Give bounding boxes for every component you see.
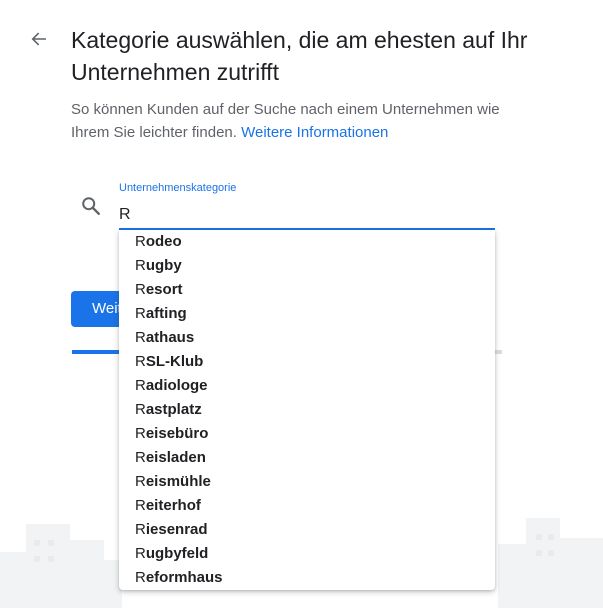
suggestion-match-text: R (135, 473, 146, 490)
suggestion-rest-text: astplatz (145, 401, 202, 418)
suggestion-match-text: R (135, 401, 146, 418)
page-title: Kategorie auswählen, die am ehesten auf … (71, 27, 528, 85)
suggestion-match-text: R (135, 257, 146, 274)
suggestion-match-text: R (135, 305, 146, 322)
suggestion-option[interactable]: Reismühle (119, 470, 495, 494)
suggestion-rest-text: SL-Klub (145, 353, 204, 370)
more-info-link[interactable]: Weitere Informationen (241, 124, 388, 141)
suggestion-match-text: R (135, 329, 146, 346)
suggestion-option[interactable]: Riesenrad (119, 518, 495, 542)
suggestion-rest-text: afting (145, 305, 187, 322)
page-subtitle: So können Kunden auf der Suche nach eine… (71, 98, 541, 144)
suggestion-rest-text: eformhaus (145, 569, 223, 586)
arrow-left-icon (31, 32, 46, 46)
suggestion-option[interactable]: Rathaus (119, 326, 495, 350)
suggestion-match-text: R (135, 521, 146, 538)
suggestion-match-text: R (135, 569, 146, 586)
suggestion-match-text: R (135, 497, 146, 514)
suggestion-rest-text: ugby (145, 257, 182, 274)
suggestion-option[interactable]: Reisebüro (119, 422, 495, 446)
suggestion-option[interactable]: Radiologe (119, 374, 495, 398)
suggestion-match-text: R (135, 377, 146, 394)
page: Kategorie auswählen, die am ehesten auf … (0, 0, 603, 608)
suggestion-match-text: R (135, 449, 146, 466)
suggestion-rest-text: eiterhof (145, 497, 201, 514)
suggestion-rest-text: athaus (145, 329, 195, 346)
suggestion-option[interactable]: Rafting (119, 302, 495, 326)
suggestion-rest-text: eismühle (145, 473, 211, 490)
suggestion-rest-text: eisebüro (145, 425, 209, 442)
suggestion-match-text: R (135, 425, 146, 442)
suggestion-rest-text: ugbyfeld (145, 545, 209, 562)
suggestion-option[interactable]: Rodeo (119, 230, 495, 254)
category-input[interactable] (119, 204, 489, 226)
category-suggestions-dropdown: Rodeo Rugby Resort Rafting Rathaus RSL-Klub Ra… (119, 230, 495, 590)
suggestion-match-text: R (135, 281, 146, 298)
category-field-label: Unternehmenskategorie (119, 182, 237, 194)
suggestion-option[interactable]: Reformhaus (119, 566, 495, 590)
suggestion-option[interactable]: Reisladen (119, 446, 495, 470)
back-button[interactable] (26, 26, 52, 52)
suggestion-rest-text: esort (145, 281, 183, 298)
category-field: Unternehmenskategorie (119, 180, 495, 230)
suggestion-rest-text: eisladen (145, 449, 206, 466)
suggestion-option[interactable]: Reiterhof (119, 494, 495, 518)
suggestion-match-text: R (135, 545, 146, 562)
search-icon (82, 197, 100, 215)
suggestion-option[interactable]: Rastplatz (119, 398, 495, 422)
suggestion-option[interactable]: Rugby (119, 254, 495, 278)
suggestion-match-text: R (135, 233, 146, 250)
suggestion-rest-text: adiologe (145, 377, 208, 394)
suggestion-rest-text: iesenrad (145, 521, 208, 538)
suggestion-option[interactable]: Resort (119, 278, 495, 302)
suggestion-rest-text: odeo (145, 233, 182, 250)
suggestion-option[interactable]: RSL-Klub (119, 350, 495, 374)
suggestion-match-text: R (135, 353, 146, 370)
suggestion-option[interactable]: Rugbyfeld (119, 542, 495, 566)
